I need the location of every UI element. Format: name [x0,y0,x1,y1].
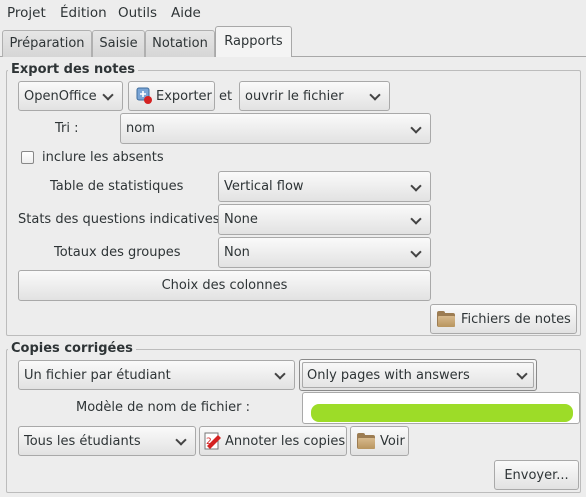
annotate-button[interactable]: 2 Annoter les copies [199,426,347,456]
indicative-stats-combo[interactable]: None [218,204,431,235]
pages-combo[interactable]: Only pages with answers [299,359,537,391]
copies-frame-title: Copies corrigées [8,341,136,357]
redacted-text [311,404,573,422]
tab-notation[interactable]: Notation [145,30,215,57]
menu-projet[interactable]: Projet [7,4,46,22]
tab-saisie[interactable]: Saisie [92,30,145,57]
filename-model-input[interactable] [302,392,580,424]
open-file-combo[interactable]: ouvrir le fichier [239,81,390,111]
svg-text:2: 2 [206,437,212,447]
chevron-down-icon [411,215,421,225]
chevron-down-icon [517,370,527,380]
file-mode-value: Un fichier par étudiant [24,367,171,383]
menubar: Projet Édition Outils Aide [0,0,586,26]
stats-table-value: Vertical flow [224,179,304,194]
chevron-down-icon [103,91,113,101]
menu-outils[interactable]: Outils [118,4,157,22]
chevron-down-icon [275,370,285,380]
view-label: Voir [380,433,405,449]
chevron-down-icon [411,124,421,134]
sort-value: nom [126,121,155,136]
group-totals-label: Totaux des groupes [54,245,181,260]
sort-combo[interactable]: nom [120,113,431,144]
stats-table-combo[interactable]: Vertical flow [218,171,431,202]
choose-columns-button[interactable]: Choix des colonnes [18,270,431,301]
group-totals-value: Non [224,245,250,260]
folder-icon [436,310,456,328]
students-combo[interactable]: Tous les étudiants [18,426,196,456]
open-file-value: ouvrir le fichier [245,88,344,104]
grade-files-label: Fichiers de notes [461,311,571,327]
export-frame-title: Export des notes [8,62,138,78]
indicative-stats-value: None [224,212,258,227]
view-button[interactable]: Voir [350,426,409,456]
chevron-down-icon [176,436,186,446]
annotate-label: Annoter les copies [225,433,346,449]
chevron-down-icon [411,182,421,192]
send-label: Envoyer... [504,467,569,483]
indicative-stats-label: Stats des questions indicatives [18,212,220,227]
export-format-value: OpenOffice [24,88,97,104]
filename-model-label: Modèle de nom de fichier : [76,400,250,415]
and-label: et [219,89,233,104]
export-button[interactable]: Exporter [128,81,215,111]
chevron-down-icon [411,248,421,258]
menu-aide[interactable]: Aide [171,4,201,22]
export-format-combo[interactable]: OpenOffice [18,81,123,111]
chevron-down-icon [370,91,380,101]
tab-preparation[interactable]: Préparation [2,30,92,57]
folder-icon [356,432,376,450]
file-mode-combo[interactable]: Un fichier par étudiant [18,360,295,390]
export-icon [134,87,154,105]
sort-label: Tri : [55,121,79,136]
grade-files-button[interactable]: Fichiers de notes [430,304,577,334]
include-absent-label: inclure les absents [42,150,164,165]
group-totals-combo[interactable]: Non [218,237,431,268]
export-button-label: Exporter [156,88,212,104]
send-button[interactable]: Envoyer... [494,460,579,490]
students-value: Tous les étudiants [24,433,141,449]
menu-edition[interactable]: Édition [60,4,107,22]
choose-columns-label: Choix des colonnes [161,278,288,293]
include-absent-checkbox[interactable] [21,151,34,164]
stats-table-label: Table de statistiques [50,179,184,194]
tab-rapports[interactable]: Rapports [215,26,292,57]
annotate-pen-icon: 2 [203,432,223,450]
